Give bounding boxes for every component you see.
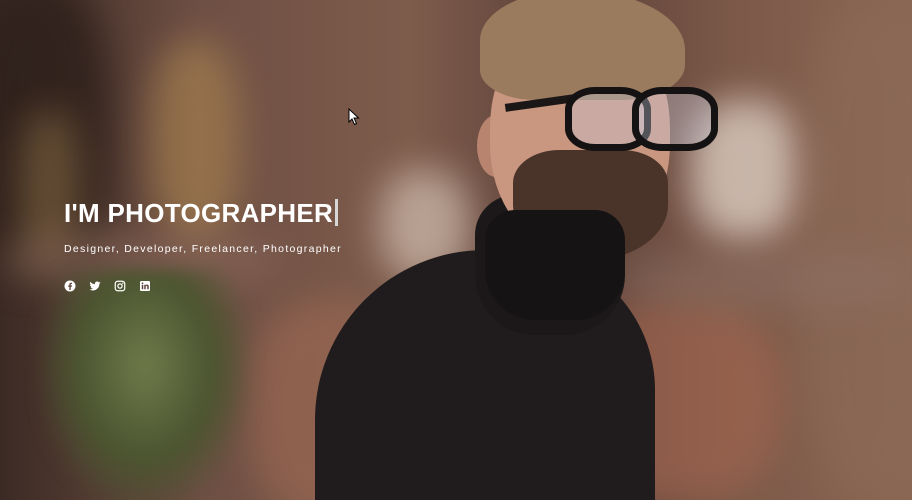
hero-subtitle: Designer, Developer, Freelancer, Photogr…: [64, 243, 342, 255]
typing-cursor: [335, 199, 339, 226]
instagram-link[interactable]: [114, 280, 126, 292]
hero-person-photo: [315, 0, 718, 500]
linkedin-link[interactable]: [139, 280, 151, 292]
social-links: [64, 280, 342, 292]
twitter-link[interactable]: [89, 280, 101, 292]
mouse-pointer-icon: [348, 108, 360, 126]
linkedin-icon: [140, 281, 150, 291]
hero-content: I'M PHOTOGRAPHER Designer, Developer, Fr…: [64, 196, 342, 292]
hero-title: I'M PHOTOGRAPHER: [64, 196, 342, 230]
hero-section: I'M PHOTOGRAPHER Designer, Developer, Fr…: [0, 0, 912, 500]
facebook-icon: [64, 280, 76, 292]
glasses: [504, 85, 718, 151]
background-tree: [40, 270, 250, 500]
hero-title-text: I'M PHOTOGRAPHER: [64, 198, 334, 228]
instagram-icon: [114, 280, 126, 292]
facebook-link[interactable]: [64, 280, 76, 292]
twitter-icon: [89, 281, 101, 291]
